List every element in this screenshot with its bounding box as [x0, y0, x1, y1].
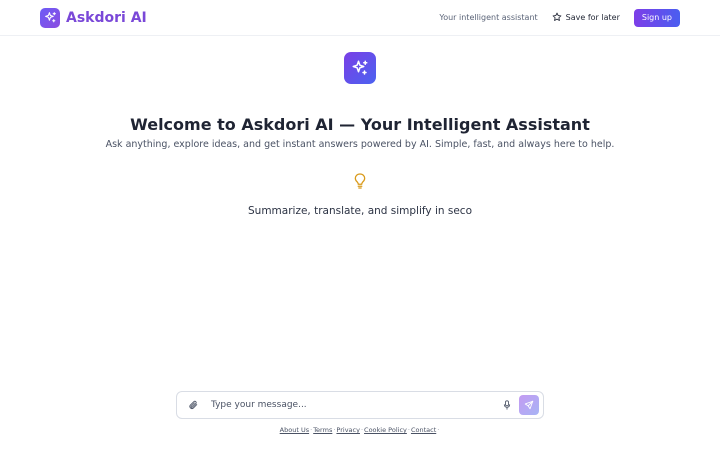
- page: Askdori AI Your intelligent assistant Sa…: [0, 0, 720, 450]
- page-title: Welcome to Askdori AI — Your Intelligent…: [130, 115, 590, 134]
- page-subtitle: Ask anything, explore ideas, and get ins…: [105, 139, 615, 150]
- brand[interactable]: Askdori AI: [40, 7, 147, 28]
- save-for-later-label: Save for later: [565, 13, 620, 22]
- microphone-icon[interactable]: [499, 395, 515, 415]
- footer-link-terms[interactable]: Terms: [313, 426, 332, 434]
- star-icon: [552, 12, 562, 24]
- brand-name: Askdori AI: [66, 9, 147, 26]
- footer-link-contact[interactable]: Contact: [411, 426, 436, 434]
- message-input[interactable]: [207, 395, 499, 415]
- footer-link-cookie-policy[interactable]: Cookie Policy: [364, 426, 407, 434]
- header-actions: Your intelligent assistant Save for late…: [439, 8, 680, 27]
- tagline: Your intelligent assistant: [439, 13, 538, 22]
- footer-separator: ·: [333, 426, 336, 434]
- sparkles-icon: [40, 7, 60, 28]
- typing-feature-text: Summarize, translate, and simplify in se…: [248, 205, 472, 217]
- message-composer: [176, 391, 544, 419]
- send-icon: [524, 398, 534, 413]
- footer-separator: ·: [407, 426, 410, 434]
- footer-separator: ·: [437, 426, 440, 434]
- paperclip-icon[interactable]: [179, 392, 207, 418]
- sign-up-button[interactable]: Sign up: [633, 8, 680, 27]
- sparkles-icon: [344, 52, 376, 84]
- footer-separator: ·: [310, 426, 313, 434]
- footer-separator: ·: [360, 426, 364, 434]
- top-header: Askdori AI Your intelligent assistant Sa…: [0, 0, 720, 36]
- send-button[interactable]: [519, 395, 539, 415]
- footer-link-about[interactable]: About Us: [280, 426, 309, 434]
- footer-links: About Us · Terms · Privacy · Cookie Poli…: [0, 426, 720, 434]
- lightbulb-icon: [353, 172, 367, 190]
- save-for-later-button[interactable]: Save for later: [552, 12, 620, 24]
- footer-link-privacy[interactable]: Privacy: [336, 426, 360, 434]
